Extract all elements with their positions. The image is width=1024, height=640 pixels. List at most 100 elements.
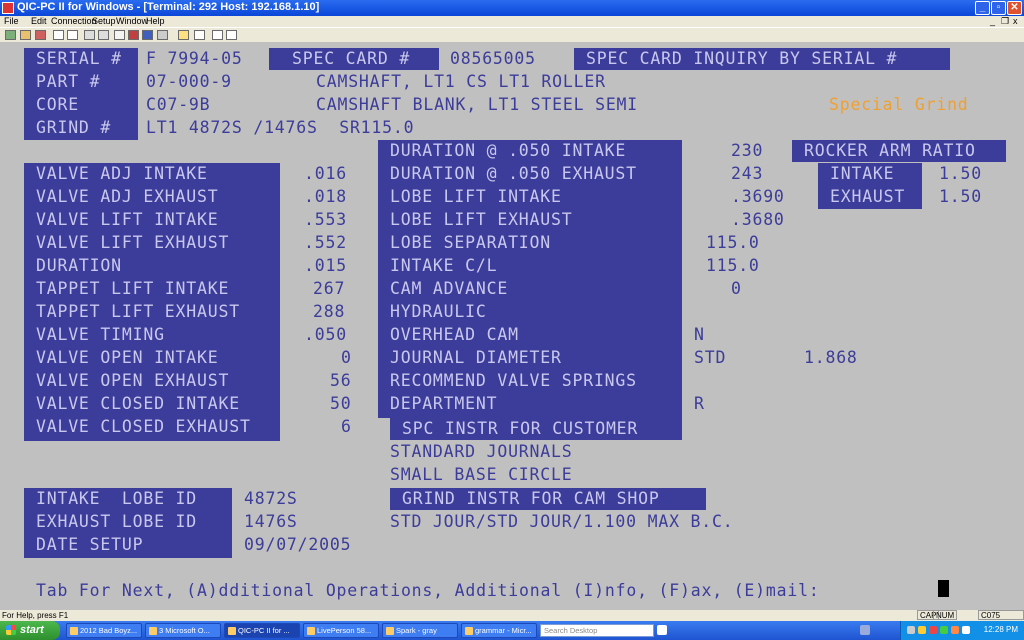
menu-connection[interactable]: Connection bbox=[51, 16, 97, 27]
chart-icon[interactable] bbox=[128, 30, 139, 40]
field-value[interactable]: 0 bbox=[341, 348, 352, 368]
pointer-icon[interactable] bbox=[212, 30, 223, 40]
grid-icon[interactable] bbox=[142, 30, 153, 40]
field-value[interactable]: STD bbox=[694, 348, 726, 368]
intake-lobe-id-value[interactable]: 4872S bbox=[244, 489, 298, 509]
redo-icon[interactable] bbox=[67, 30, 78, 40]
copy-icon[interactable] bbox=[98, 30, 109, 40]
field-value[interactable]: .553 bbox=[304, 210, 347, 230]
date-setup-value[interactable]: 09/07/2005 bbox=[244, 535, 351, 555]
antivirus-tray-icon[interactable] bbox=[951, 626, 959, 634]
network-tray-icon[interactable] bbox=[918, 626, 926, 634]
text-cursor[interactable] bbox=[938, 580, 949, 597]
field-label: VALVE OPEN INTAKE bbox=[36, 348, 219, 367]
undo-icon[interactable] bbox=[53, 30, 64, 40]
close-button[interactable]: ✕ bbox=[1007, 1, 1022, 15]
connect-icon[interactable] bbox=[5, 30, 16, 40]
rocker-exhaust-label: EXHAUST bbox=[830, 187, 906, 206]
update-tray-icon[interactable] bbox=[940, 626, 948, 634]
search-icon[interactable] bbox=[657, 625, 667, 635]
customer-instr-title: SPC INSTR FOR CUSTOMER bbox=[402, 419, 639, 438]
taskbar-item[interactable]: 3 Microsoft O... bbox=[145, 623, 221, 638]
field-value[interactable]: N bbox=[694, 325, 705, 345]
part-description: CAMSHAFT, LT1 CS LT1 ROLLER bbox=[316, 72, 606, 91]
menu-setup[interactable]: Setup bbox=[92, 16, 116, 27]
menu-file[interactable]: File bbox=[4, 16, 19, 27]
rocker-exhaust-value[interactable]: 1.50 bbox=[939, 187, 982, 207]
taskbar-item[interactable]: LivePerson 58... bbox=[303, 623, 379, 638]
field-label: TAPPET LIFT INTAKE bbox=[36, 279, 230, 298]
field-value[interactable]: .3680 bbox=[731, 210, 785, 230]
field-value[interactable]: 50 bbox=[330, 394, 351, 414]
stop-icon[interactable] bbox=[35, 30, 46, 40]
field-value-2[interactable]: 1.868 bbox=[804, 348, 858, 368]
maximize-button[interactable]: ▫ bbox=[991, 1, 1006, 15]
menu-window[interactable]: Window bbox=[116, 16, 148, 27]
field-value[interactable]: .016 bbox=[304, 164, 347, 184]
taskbar-item-active[interactable]: QIC-PC II for ... bbox=[224, 623, 300, 638]
field-value[interactable]: 288 bbox=[313, 302, 345, 322]
spec-card-value[interactable]: 08565005 bbox=[450, 49, 536, 69]
mdi-restore-button[interactable]: ❐ bbox=[1001, 16, 1009, 27]
security-tray-icon[interactable] bbox=[929, 626, 937, 634]
terminal-screen[interactable]: SERIAL # F 7994-05 SPEC CARD # 08565005 … bbox=[4, 44, 1018, 610]
field-value[interactable]: 115.0 bbox=[706, 233, 760, 253]
grind-value[interactable]: LT1 4872S /1476S SR115.0 bbox=[146, 118, 414, 138]
print-icon[interactable] bbox=[157, 30, 168, 40]
field-value[interactable]: 230 bbox=[731, 141, 763, 161]
taskbar-item[interactable]: grammar - Micr... bbox=[461, 623, 537, 638]
field-value[interactable]: 267 bbox=[313, 279, 345, 299]
field-value[interactable]: 6 bbox=[341, 417, 352, 437]
grind-instr-title: GRIND INSTR FOR CAM SHOP bbox=[402, 489, 660, 508]
serial-value[interactable]: F 7994-05 bbox=[146, 49, 243, 69]
part-value[interactable]: 07-000-9 bbox=[146, 72, 232, 92]
help-icon[interactable] bbox=[194, 30, 205, 40]
exhaust-lobe-id-label: EXHAUST LOBE ID bbox=[36, 512, 198, 531]
window-icon[interactable] bbox=[226, 30, 237, 40]
spec-card-label: SPEC CARD # bbox=[292, 49, 411, 68]
field-label: VALVE CLOSED EXHAUST bbox=[36, 417, 251, 436]
help-tray-icon[interactable] bbox=[907, 626, 915, 634]
mdi-minimize-button[interactable]: _ bbox=[990, 16, 995, 27]
toolbar bbox=[0, 27, 1024, 42]
field-label: CAM ADVANCE bbox=[390, 279, 509, 298]
field-value[interactable]: 56 bbox=[330, 371, 351, 391]
field-value[interactable]: .018 bbox=[304, 187, 347, 207]
minimize-button[interactable]: _ bbox=[975, 1, 990, 15]
num-indicator: NUM bbox=[933, 610, 958, 620]
start-button[interactable]: start bbox=[0, 621, 60, 640]
field-value[interactable]: 0 bbox=[731, 279, 742, 299]
desktop-search-input[interactable]: Search Desktop bbox=[540, 624, 654, 637]
title-bar: QIC-PC II for Windows - [Terminal: 292 H… bbox=[0, 0, 1024, 16]
taskbar-item[interactable]: 2012 Bad Boyz... bbox=[66, 623, 142, 638]
taskbar-item[interactable]: Spark - gray bbox=[382, 623, 458, 638]
rocker-intake-value[interactable]: 1.50 bbox=[939, 164, 982, 184]
taskbar-item-label: 2012 Bad Boyz... bbox=[80, 626, 138, 635]
cut-icon[interactable] bbox=[84, 30, 95, 40]
exhaust-lobe-id-value[interactable]: 1476S bbox=[244, 512, 298, 532]
app-icon[interactable] bbox=[2, 2, 14, 14]
field-value[interactable]: .015 bbox=[304, 256, 347, 276]
field-value[interactable]: .050 bbox=[304, 325, 347, 345]
info-icon[interactable] bbox=[178, 30, 189, 40]
field-value[interactable]: R bbox=[694, 394, 705, 414]
core-value[interactable]: C07-9B bbox=[146, 95, 210, 115]
mdi-close-button[interactable]: x bbox=[1013, 16, 1018, 27]
menu-help[interactable]: Help bbox=[146, 16, 165, 27]
rocker-title: ROCKER ARM RATIO bbox=[804, 141, 976, 160]
intake-lobe-id-label: INTAKE LOBE ID bbox=[36, 489, 198, 508]
desktop-icon[interactable] bbox=[860, 625, 870, 635]
volume-tray-icon[interactable] bbox=[962, 626, 970, 634]
field-value[interactable]: .3690 bbox=[731, 187, 785, 207]
field-label: INTAKE C/L bbox=[390, 256, 498, 275]
menu-edit[interactable]: Edit bbox=[31, 16, 47, 27]
disconnect-icon[interactable] bbox=[20, 30, 31, 40]
document-icon[interactable] bbox=[114, 30, 125, 40]
field-label: VALVE CLOSED INTAKE bbox=[36, 394, 240, 413]
field-value[interactable]: 243 bbox=[731, 164, 763, 184]
field-label: LOBE LIFT EXHAUST bbox=[390, 210, 573, 229]
outlook-icon bbox=[149, 627, 157, 636]
taskbar: start 2012 Bad Boyz... 3 Microsoft O... … bbox=[0, 621, 1024, 640]
field-value[interactable]: 115.0 bbox=[706, 256, 760, 276]
field-value[interactable]: .552 bbox=[304, 233, 347, 253]
